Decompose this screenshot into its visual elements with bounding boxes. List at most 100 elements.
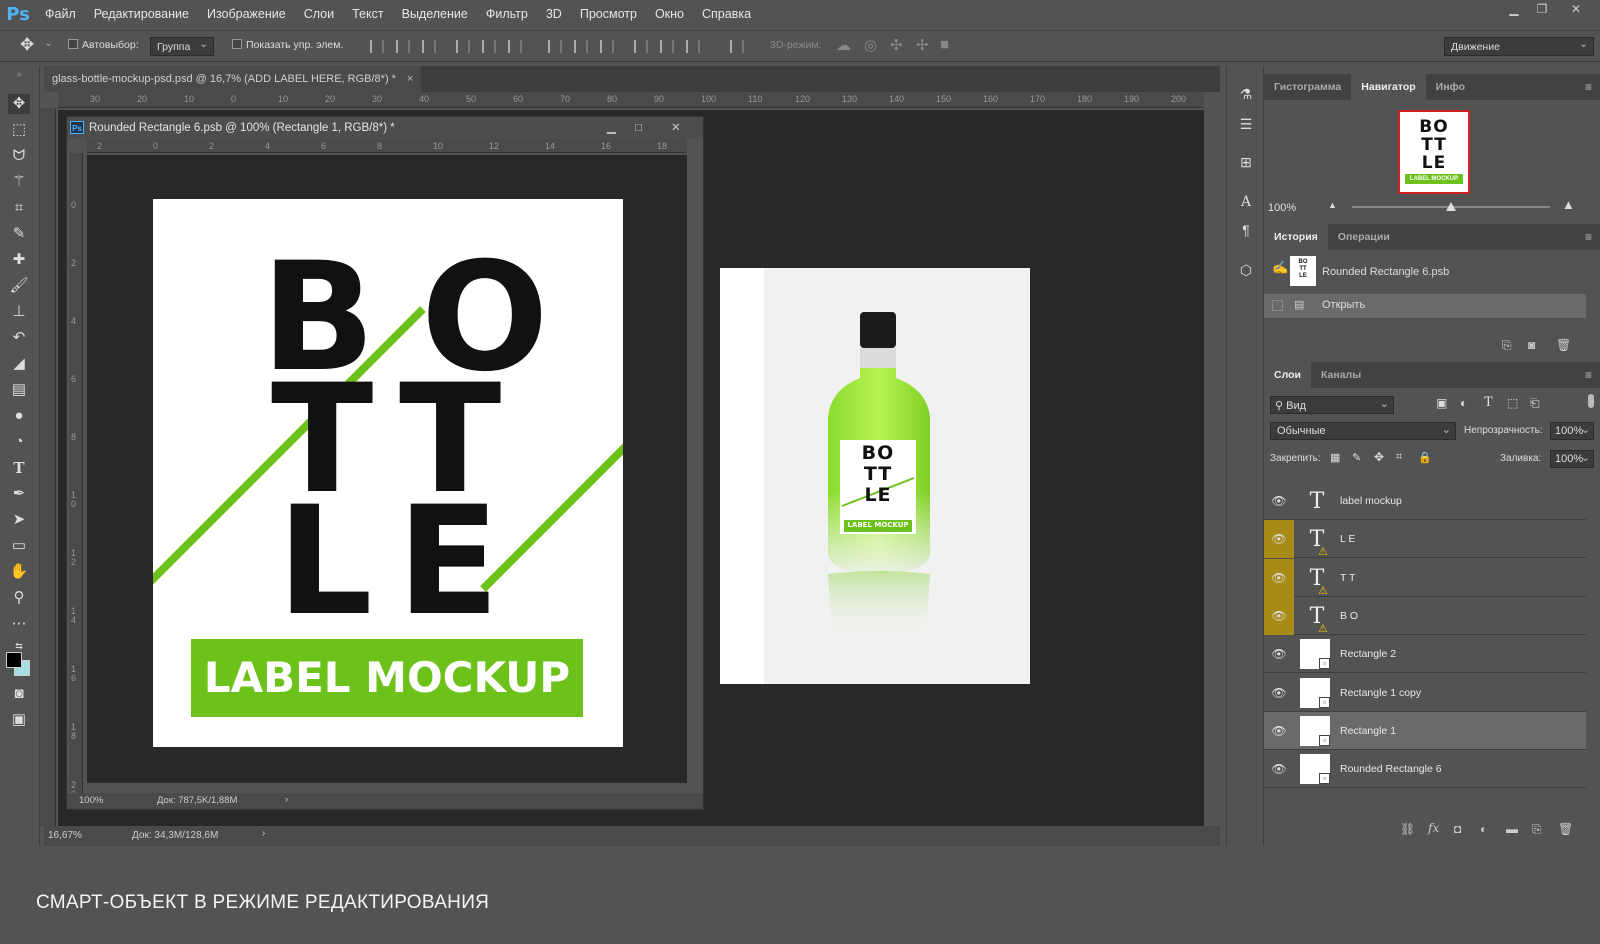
eye-icon[interactable]: 👁 <box>1264 750 1294 788</box>
brush-settings-icon[interactable]: ⚗ <box>1236 84 1256 104</box>
panel-menu-icon[interactable]: ≡ <box>1585 368 1592 382</box>
orbit-3d-icon[interactable]: ☁ <box>836 36 851 54</box>
history-snapshot-name[interactable]: Rounded Rectangle 6.psb <box>1322 266 1449 278</box>
layer-row[interactable]: 👁 ▫ Rectangle 1 <box>1264 711 1586 750</box>
close-icon[interactable]: ✕ <box>671 117 681 139</box>
zoom-in-icon[interactable]: ▲ <box>1562 197 1575 212</box>
distribute-top-icon[interactable] <box>548 40 562 53</box>
more-tools-icon[interactable]: ⋯ <box>8 614 30 634</box>
filter-shape-icon[interactable]: ⬚ <box>1507 396 1518 410</box>
foreground-color-swatch[interactable] <box>6 652 22 668</box>
minimize-icon[interactable]: ▁ <box>1500 2 1528 20</box>
workspace-select[interactable]: Движение <box>1444 37 1594 56</box>
lock-all-icon[interactable]: 🔒 <box>1418 451 1432 464</box>
panel-tab-nav-tabs-2[interactable]: Инфо <box>1426 74 1475 100</box>
menu-item-4[interactable]: Текст <box>343 0 392 28</box>
align-right-icon[interactable] <box>508 40 522 53</box>
opacity-input[interactable]: 100% ⌄ <box>1550 422 1594 440</box>
layer-row[interactable]: 👁 T ⚠ T T <box>1264 558 1586 597</box>
inner-zoom[interactable]: 100% <box>79 795 103 806</box>
slide-3d-icon[interactable]: ✢ <box>916 36 929 54</box>
brush-tool-icon[interactable]: 🖌 <box>8 276 30 296</box>
layer-row[interactable]: 👁 ▫ Rectangle 2 <box>1264 635 1586 674</box>
align-bottom-icon[interactable] <box>422 40 436 53</box>
eye-icon[interactable]: 👁 <box>1264 558 1294 597</box>
layer-row[interactable]: 👁 T ⚠ L E <box>1264 520 1586 559</box>
chevron-right-icon[interactable]: › <box>285 794 288 805</box>
menu-item-2[interactable]: Изображение <box>198 0 295 28</box>
marquee-tool-icon[interactable]: ⬚ <box>8 120 30 140</box>
tab-close-icon[interactable]: × <box>407 73 413 85</box>
history-source-checkbox[interactable] <box>1272 300 1283 311</box>
new-layer-icon[interactable]: ⎘ <box>1532 822 1542 837</box>
history-item[interactable]: ▤ Открыть <box>1264 294 1586 318</box>
panel-tab-hist-tabs-1[interactable]: Операции <box>1328 224 1400 250</box>
distribute-left-icon[interactable] <box>634 40 648 53</box>
layer-row[interactable]: 👁 T ⚠ B O <box>1264 596 1586 635</box>
layer-mask-icon[interactable]: ◘ <box>1454 822 1461 836</box>
zoom-slider-thumb[interactable] <box>1446 202 1456 211</box>
lock-pixels-icon[interactable]: ▦ <box>1330 451 1340 464</box>
align-left-icon[interactable] <box>456 40 470 53</box>
panel-menu-icon[interactable]: ≡ <box>1585 230 1592 244</box>
menu-item-7[interactable]: 3D <box>537 0 571 28</box>
3d-cube-icon[interactable]: ⬡ <box>1236 260 1256 280</box>
chevron-right-icon[interactable]: › <box>262 828 265 839</box>
new-document-icon[interactable]: ⎘ <box>1502 338 1512 353</box>
close-icon[interactable]: ✕ <box>1562 2 1590 20</box>
smart-object-canvas[interactable]: B O T T L E LABEL MOCKUP <box>87 155 687 783</box>
screen-mode-icon[interactable]: ▣ <box>8 710 30 730</box>
character-icon[interactable]: A <box>1236 192 1256 212</box>
lasso-tool-icon[interactable]: ᗢ <box>8 146 30 166</box>
stamp-tool-icon[interactable]: ⊥ <box>8 302 30 322</box>
paragraph-icon[interactable]: ¶ <box>1236 220 1256 240</box>
restore-icon[interactable]: ❐ <box>1528 2 1556 20</box>
align-hcenter-icon[interactable] <box>482 40 496 53</box>
clone-source-icon[interactable]: ⊞ <box>1236 152 1256 172</box>
autoselect-checkbox[interactable]: Автовыбор: <box>68 39 139 51</box>
filter-adjust-icon[interactable]: ◐ <box>1460 396 1467 410</box>
autoselect-select[interactable]: Группа <box>150 37 214 56</box>
type-tool-icon[interactable]: T <box>8 458 30 478</box>
quick-mask-icon[interactable]: ◙ <box>8 684 30 704</box>
magic-wand-tool-icon[interactable]: ⚚ <box>8 172 30 192</box>
move-tool-icon[interactable]: ✥ <box>8 94 30 114</box>
gradient-tool-icon[interactable]: ▤ <box>8 380 30 400</box>
align-top-icon[interactable] <box>370 40 384 53</box>
chevron-down-icon[interactable]: ⌄ <box>44 37 53 49</box>
filter-smart-icon[interactable]: ⎗ <box>1530 396 1540 411</box>
camera-icon[interactable]: ◙ <box>1528 338 1535 352</box>
layer-row[interactable]: 👁 Tlabel mockup <box>1264 482 1586 520</box>
filter-image-icon[interactable]: ▣ <box>1436 396 1447 410</box>
hand-tool-icon[interactable]: ✋ <box>8 562 30 582</box>
move-tool-icon[interactable]: ✥ <box>20 35 34 55</box>
zoom-tool-icon[interactable]: ⚲ <box>8 588 30 608</box>
menu-item-6[interactable]: Фильтр <box>477 0 537 28</box>
roll-3d-icon[interactable]: ◎ <box>864 36 877 54</box>
eye-icon[interactable]: 👁 <box>1264 596 1294 635</box>
layer-row[interactable]: 👁 ▫ Rectangle 1 copy <box>1264 673 1586 712</box>
pen-tool-icon[interactable]: ✒ <box>8 484 30 504</box>
path-select-tool-icon[interactable]: ➤ <box>8 510 30 530</box>
link-layers-icon[interactable]: ⛓ <box>1400 822 1415 836</box>
trash-icon[interactable]: 🗑 <box>1558 822 1573 836</box>
show-transform-checkbox[interactable]: Показать упр. элем. <box>232 39 343 51</box>
distribute-bottom-icon[interactable] <box>600 40 614 53</box>
blur-tool-icon[interactable]: ● <box>8 406 30 426</box>
panel-tab-layer-tabs-1[interactable]: Каналы <box>1311 362 1371 388</box>
eye-icon[interactable]: 👁 <box>1264 712 1294 750</box>
filter-toggle[interactable] <box>1588 394 1594 408</box>
lock-brush-icon[interactable]: ✎ <box>1352 451 1361 464</box>
shape-tool-icon[interactable]: ▭ <box>8 536 30 556</box>
history-brush-tool-icon[interactable]: ↶ <box>8 328 30 348</box>
blend-mode-select[interactable]: Обычные ⌄ <box>1270 422 1456 440</box>
layer-filter-select[interactable]: ⚲ Вид ⌄ <box>1270 396 1394 414</box>
dodge-tool-icon[interactable]: ◔ <box>8 432 30 452</box>
document-tab[interactable]: glass-bottle-mockup-psd.psd @ 16,7% (ADD… <box>44 66 422 92</box>
collapse-icon[interactable]: » <box>8 64 30 84</box>
lock-artboard-icon[interactable]: ⌗ <box>1396 451 1402 464</box>
eye-icon[interactable]: 👁 <box>1264 482 1294 520</box>
menu-item-8[interactable]: Просмотр <box>571 0 646 28</box>
menu-item-1[interactable]: Редактирование <box>85 0 198 28</box>
menu-item-5[interactable]: Выделение <box>393 0 477 28</box>
